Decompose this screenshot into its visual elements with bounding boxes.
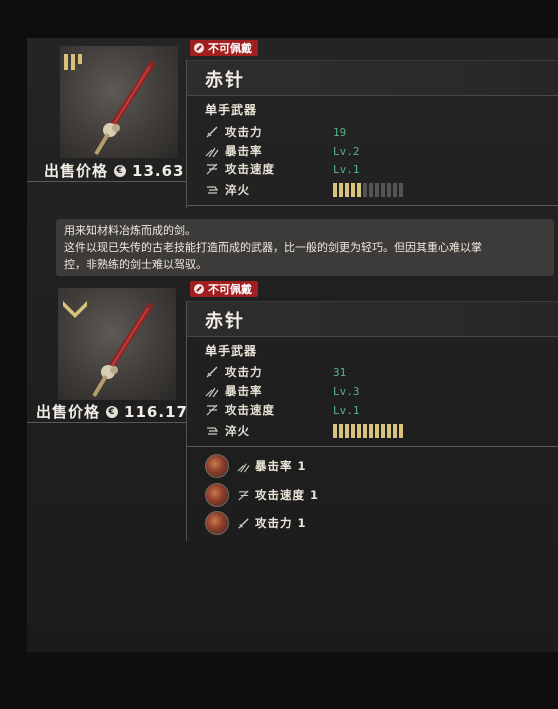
item2-stat-attack: 攻击力 31 [205, 363, 346, 381]
quench-segment [339, 424, 343, 438]
badge-label: 不可佩戴 [208, 283, 252, 296]
perk-gem-icon [205, 511, 229, 535]
quench-segment [381, 183, 385, 197]
item1-stat-attack: 攻击力 19 [205, 123, 346, 141]
crit-icon [205, 387, 219, 398]
perk-attack[interactable]: 攻击力 1 [205, 511, 307, 535]
quench-segment [369, 183, 373, 197]
item2-quench: 淬火 [205, 422, 403, 440]
item1-price: 出售价格 € 13.63 [44, 160, 184, 181]
quench-segment [363, 424, 367, 438]
quench-segment [375, 424, 379, 438]
item2-name-box: 赤针 [187, 301, 558, 337]
price-value: 13.63 [132, 161, 185, 180]
speed-icon [238, 489, 249, 501]
quench-segment [351, 424, 355, 438]
badge-label: 不可佩戴 [208, 42, 252, 55]
item-name: 赤针 [205, 311, 245, 332]
item2-stats-line [187, 446, 558, 447]
quench-segment [375, 183, 379, 197]
speed-icon [206, 404, 218, 416]
perk-crit[interactable]: 暴击率 1 [205, 454, 307, 478]
coin-icon: € [106, 405, 119, 418]
item1-name-box: 赤针 [187, 60, 558, 96]
coin-icon: € [114, 164, 127, 177]
item1-quench: 淬火 [205, 181, 403, 199]
sword-icon [238, 517, 249, 529]
perk-gem-icon [205, 483, 229, 507]
speed-icon [206, 163, 218, 175]
quench-icon [207, 427, 219, 435]
quench-segment [399, 424, 403, 438]
quench-segment [387, 424, 391, 438]
item1-stat-speed: 攻击速度 Lv.1 [205, 160, 360, 178]
quench-segment [393, 183, 397, 197]
item2-divider [186, 301, 187, 541]
price-label: 出售价格 [44, 162, 109, 180]
quench-bar [333, 183, 403, 197]
quench-segment [357, 424, 361, 438]
quench-segment [345, 183, 349, 197]
item1-type: 单手武器 [205, 103, 258, 117]
quench-icon [207, 186, 219, 194]
item1-stat-crit: 暴击率 Lv.2 [205, 142, 360, 160]
sword-icon [206, 366, 218, 378]
quench-segment [333, 424, 337, 438]
item1-status-badge: 不可佩戴 [190, 40, 258, 56]
quench-segment [399, 183, 403, 197]
quench-segment [333, 183, 337, 197]
quench-segment [345, 424, 349, 438]
item1-bottom-line [187, 205, 558, 206]
perk-gem-icon [205, 454, 229, 478]
price-label: 出售价格 [36, 403, 101, 421]
quench-bar [333, 424, 403, 438]
crit-icon [205, 147, 219, 158]
chevron-down-icon [63, 301, 87, 318]
sword-icon [206, 126, 218, 138]
no-equip-icon [194, 43, 204, 53]
tier-bars-icon [64, 54, 82, 70]
quench-segment [357, 183, 361, 197]
price-divider [27, 181, 187, 182]
crit-icon [237, 462, 250, 472]
perk-speed[interactable]: 攻击速度 1 [205, 483, 319, 507]
item2-type: 单手武器 [205, 344, 258, 358]
price-value: 116.17 [124, 402, 188, 421]
item-name: 赤针 [205, 70, 245, 91]
item-description: 用来知材料冶炼而成的剑。 这件以现已失传的古老技能打造而成的武器，比一般的剑更为… [56, 219, 554, 276]
price-divider [27, 422, 187, 423]
item2-price: 出售价格 € 116.17 [36, 401, 188, 422]
quench-segment [381, 424, 385, 438]
item2-stat-crit: 暴击率 Lv.3 [205, 382, 360, 400]
quench-segment [351, 183, 355, 197]
quench-segment [339, 183, 343, 197]
no-equip-icon [194, 284, 204, 294]
quench-segment [387, 183, 391, 197]
quench-segment [369, 424, 373, 438]
quench-segment [363, 183, 367, 197]
item2-status-badge: 不可佩戴 [190, 281, 258, 297]
item2-stat-speed: 攻击速度 Lv.1 [205, 401, 360, 419]
quench-segment [393, 424, 397, 438]
